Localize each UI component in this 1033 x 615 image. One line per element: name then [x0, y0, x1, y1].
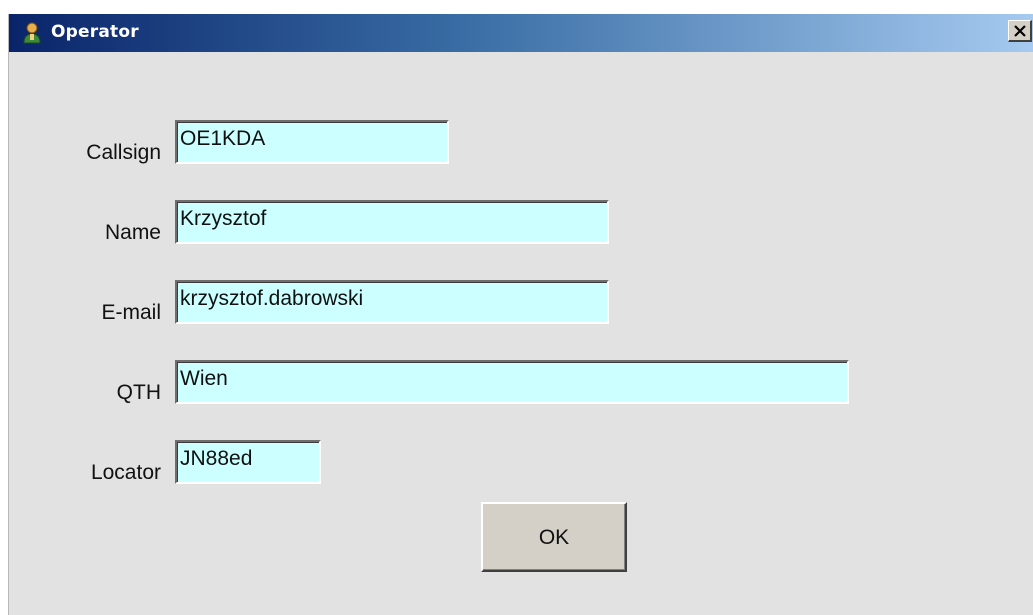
email-label: E-mail: [101, 301, 161, 324]
email-field[interactable]: krzysztof.dabrowski: [175, 280, 609, 324]
name-field[interactable]: Krzysztof: [175, 200, 609, 244]
title-bar[interactable]: Operator: [9, 14, 1033, 52]
qth-field[interactable]: Wien: [175, 360, 849, 404]
qth-label: QTH: [116, 381, 161, 404]
locator-label: Locator: [90, 461, 161, 484]
operator-dialog: Operator Callsign OE1KDA Name Krzysztof …: [8, 14, 1033, 615]
person-icon: [23, 22, 41, 44]
window-title: Operator: [51, 22, 139, 42]
name-label: Name: [104, 221, 161, 244]
callsign-label: Callsign: [86, 141, 161, 164]
name-value: Krzysztof: [180, 207, 267, 230]
ok-button-label: OK: [538, 526, 570, 549]
close-icon: [1014, 25, 1026, 37]
close-button[interactable]: [1008, 20, 1032, 42]
ok-button[interactable]: OK: [481, 502, 627, 572]
locator-field[interactable]: JN88ed: [175, 440, 321, 484]
callsign-field[interactable]: OE1KDA: [175, 120, 449, 164]
callsign-value: OE1KDA: [180, 127, 266, 150]
email-value: krzysztof.dabrowski: [180, 287, 364, 310]
qth-value: Wien: [180, 367, 228, 390]
locator-value: JN88ed: [180, 447, 253, 470]
